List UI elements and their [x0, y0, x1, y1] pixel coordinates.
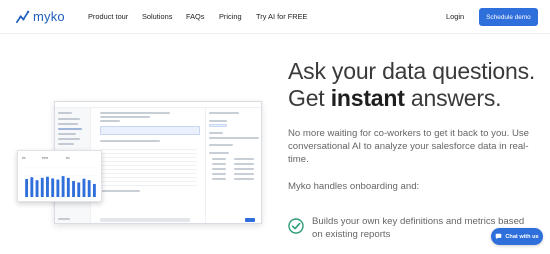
myko-logo-icon — [16, 10, 30, 23]
chart-bar — [72, 181, 75, 197]
chart-bar — [82, 178, 86, 197]
nav-try-ai[interactable]: Try AI for FREE — [256, 12, 307, 21]
headline-line-1: Ask your data questions. — [288, 58, 536, 84]
headline-get: Get — [288, 85, 325, 111]
chart-bar — [30, 177, 34, 197]
nav-faqs[interactable]: FAQs — [186, 12, 204, 21]
metric-3: ▪▪▪ — [66, 156, 70, 160]
chat-bubble-icon — [496, 233, 502, 240]
metric-2: ▪▪▪▪▪ — [42, 156, 49, 160]
chart-bar — [92, 183, 96, 197]
chart-bar — [51, 178, 55, 197]
headline-instant: instant — [330, 85, 405, 111]
chart-bar — [87, 180, 91, 197]
mockup-send-button — [245, 218, 255, 222]
chart-bar — [46, 176, 49, 197]
bar-chart — [24, 167, 97, 198]
hero-description: No more waiting for co-workers to get it… — [288, 128, 530, 165]
mockup-conversation — [92, 108, 204, 223]
logo[interactable]: myko — [15, 9, 65, 24]
chart-bar — [61, 176, 65, 197]
schedule-demo-button[interactable]: Schedule demo — [479, 8, 538, 26]
check-circle-icon — [288, 218, 304, 234]
nav-product-tour[interactable]: Product tour — [88, 12, 128, 21]
chart-bar — [40, 177, 44, 197]
chat-with-us-button[interactable]: Chat with us — [491, 228, 543, 245]
nav-solutions[interactable]: Solutions — [142, 12, 172, 21]
metric-1: ▪▪▪ — [22, 156, 26, 160]
chart-card: ▪▪▪ ▪▪▪▪▪ ▪▪▪ — [17, 150, 102, 202]
chart-bar — [56, 179, 60, 197]
chart-bar — [66, 177, 70, 197]
nav-pricing[interactable]: Pricing — [219, 12, 242, 21]
chart-bar — [35, 180, 39, 197]
mockup-details-panel — [205, 108, 261, 223]
headline-line-2: Get instant answers. — [288, 85, 548, 112]
hero-headline: Ask your data questions. Get instant ans… — [288, 58, 548, 112]
chart-bar — [25, 179, 29, 197]
chart-bar — [77, 182, 81, 197]
site-header: myko Product tour Solutions FAQs Pricing… — [0, 0, 550, 34]
logo-text: myko — [33, 9, 65, 24]
onboarding-text: Myko handles onboarding and: — [288, 181, 420, 192]
chat-label: Chat with us — [505, 233, 539, 240]
login-link[interactable]: Login — [446, 12, 464, 21]
headline-answers: answers. — [410, 85, 502, 111]
